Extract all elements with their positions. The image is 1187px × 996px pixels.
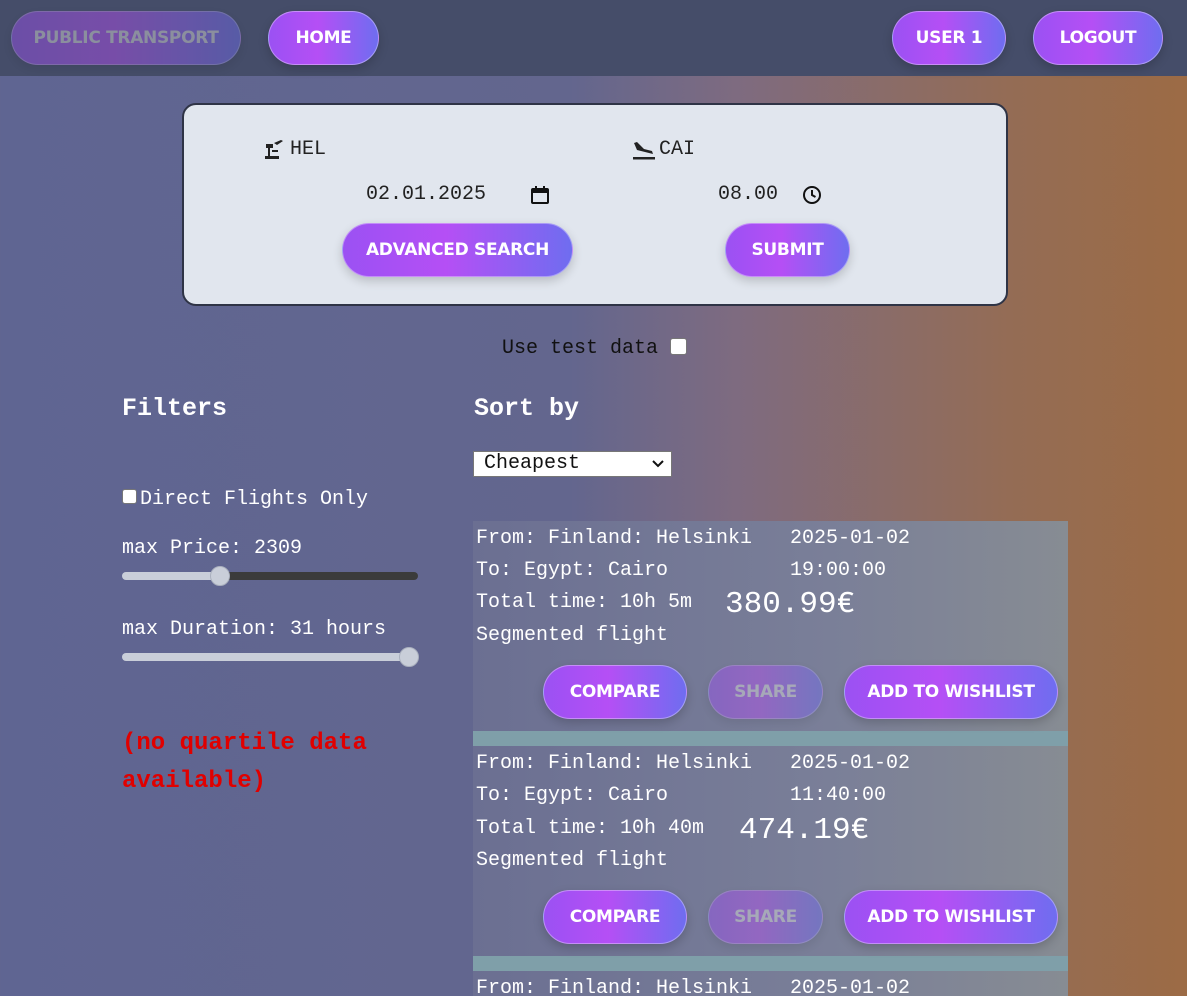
logout-button[interactable]: LOGOUT xyxy=(1033,11,1163,65)
flight-price: 474.19€ xyxy=(739,813,870,848)
max-price-label: max Price: 2309 xyxy=(122,537,303,560)
public-transport-button[interactable]: PUBLIC TRANSPORT xyxy=(11,11,241,65)
sort-select[interactable]: Cheapest xyxy=(473,451,672,477)
clock-icon[interactable] xyxy=(802,185,822,210)
sort-select-value: Cheapest xyxy=(484,452,581,475)
test-data-checkbox[interactable] xyxy=(670,338,687,355)
flight-card: From: Finland: Helsinki 2025-01-02 xyxy=(473,971,1068,996)
no-quartile-message: (no quartile data available) xyxy=(122,730,367,795)
destination-input[interactable]: CAI xyxy=(659,138,695,161)
departure-icon xyxy=(263,139,285,166)
flight-price: 380.99€ xyxy=(725,587,856,622)
filters-title: Filters xyxy=(122,394,228,423)
flight-card: From: Finland: Helsinki 2025-01-02 To: E… xyxy=(473,746,1068,971)
flight-to: To: Egypt: Cairo xyxy=(476,784,669,807)
advanced-search-button[interactable]: ADVANCED SEARCH xyxy=(342,223,573,277)
flight-type: Segmented flight xyxy=(476,849,669,872)
test-data-label: Use test data xyxy=(502,337,659,360)
search-panel: HEL CAI 02.01.2025 08.00 ADVANCED SEARCH… xyxy=(182,103,1008,306)
max-price-slider-thumb[interactable] xyxy=(210,566,230,586)
flight-from: From: Finland: Helsinki xyxy=(476,977,753,996)
flight-date: 2025-01-02 xyxy=(790,977,911,996)
flight-total-time: Total time: 10h 40m xyxy=(476,817,705,840)
calendar-icon[interactable] xyxy=(530,185,550,210)
max-duration-label: max Duration: 31 hours xyxy=(122,618,387,641)
share-button[interactable]: SHARE xyxy=(708,890,823,944)
chevron-down-icon xyxy=(651,452,665,478)
user-button[interactable]: USER 1 xyxy=(892,11,1006,65)
flight-from: From: Finland: Helsinki xyxy=(476,527,753,550)
flight-date: 2025-01-02 xyxy=(790,752,911,775)
home-button[interactable]: HOME xyxy=(268,11,379,65)
add-to-wishlist-button[interactable]: ADD TO WISHLIST xyxy=(844,890,1058,944)
flight-total-time: Total time: 10h 5m xyxy=(476,591,693,614)
date-input[interactable]: 02.01.2025 xyxy=(366,183,486,206)
time-input[interactable]: 08.00 xyxy=(718,183,778,206)
max-duration-slider[interactable] xyxy=(122,647,419,667)
flight-time: 19:00:00 xyxy=(790,559,887,582)
flight-card: From: Finland: Helsinki 2025-01-02 To: E… xyxy=(473,521,1068,746)
flight-to: To: Egypt: Cairo xyxy=(476,559,669,582)
add-to-wishlist-button[interactable]: ADD TO WISHLIST xyxy=(844,665,1058,719)
share-button[interactable]: SHARE xyxy=(708,665,823,719)
max-duration-slider-thumb[interactable] xyxy=(399,647,419,667)
top-nav: PUBLIC TRANSPORT HOME USER 1 LOGOUT xyxy=(0,0,1187,76)
arrival-icon xyxy=(632,139,656,166)
flight-date: 2025-01-02 xyxy=(790,527,911,550)
direct-flights-label: Direct Flights Only xyxy=(140,488,369,511)
origin-input[interactable]: HEL xyxy=(290,138,326,161)
sort-title: Sort by xyxy=(474,394,580,423)
flight-time: 11:40:00 xyxy=(790,784,887,807)
flight-from: From: Finland: Helsinki xyxy=(476,752,753,775)
compare-button[interactable]: COMPARE xyxy=(543,890,687,944)
compare-button[interactable]: COMPARE xyxy=(543,665,687,719)
submit-button[interactable]: SUBMIT xyxy=(725,223,850,277)
max-price-slider[interactable] xyxy=(122,566,418,586)
direct-flights-checkbox[interactable] xyxy=(122,489,137,504)
flight-type: Segmented flight xyxy=(476,624,669,647)
